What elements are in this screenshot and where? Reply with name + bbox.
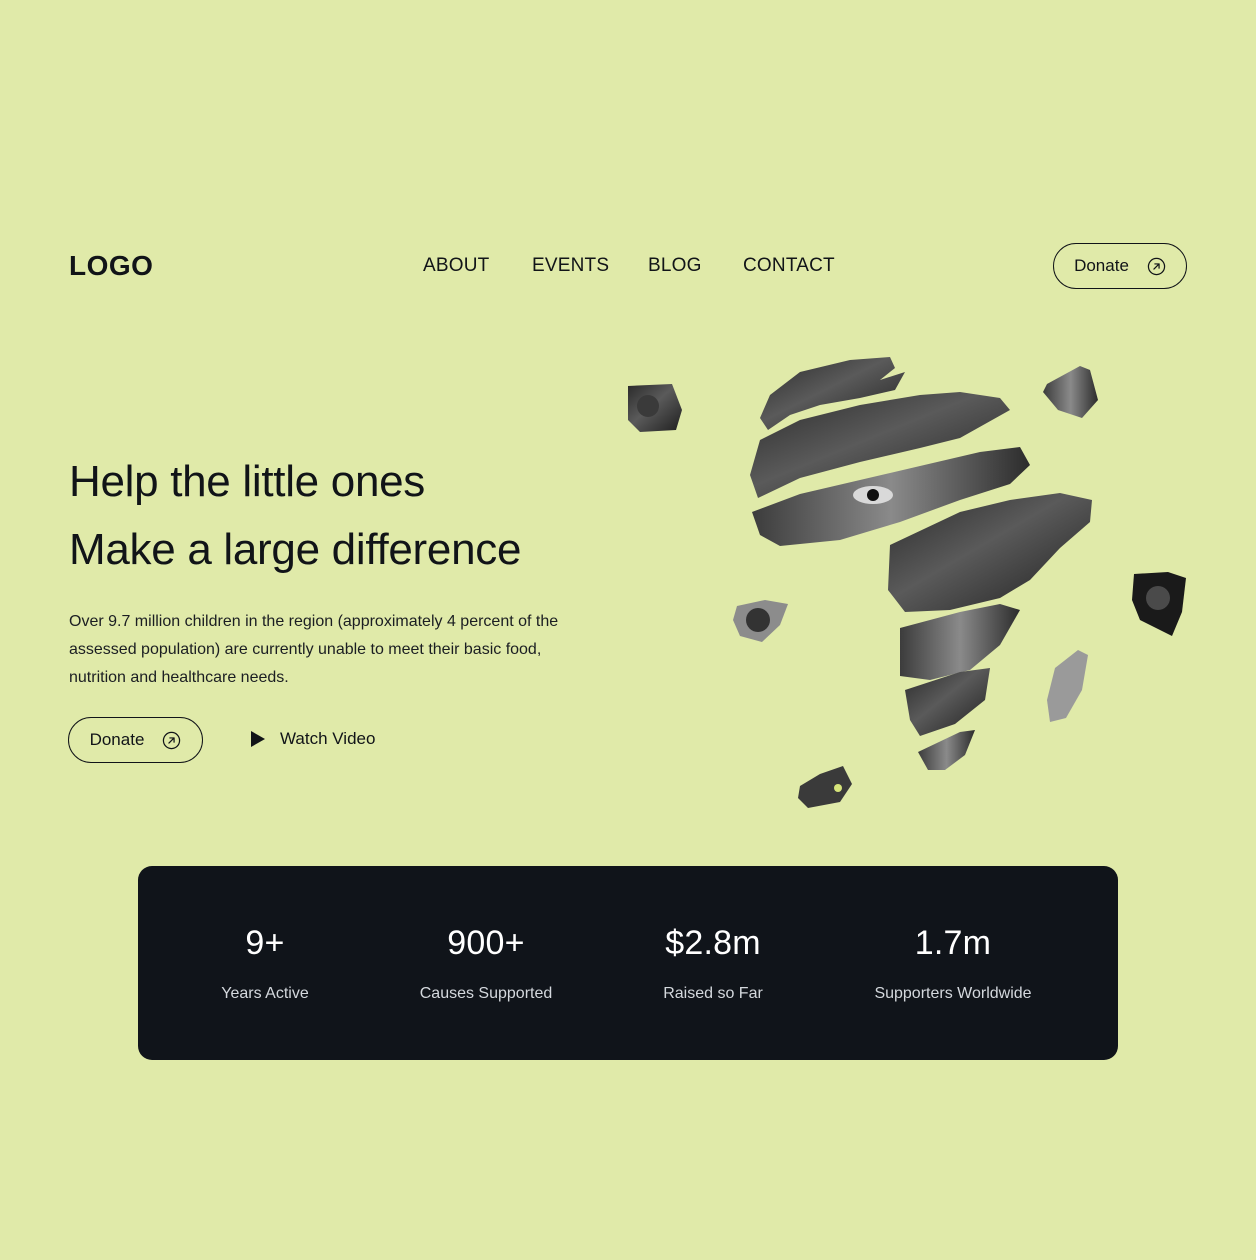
stat-value: 9+ bbox=[245, 924, 285, 962]
hero-title-line-1: Help the little ones bbox=[69, 457, 425, 506]
stats-panel: 9+ Years Active 900+ Causes Supported $2… bbox=[138, 866, 1118, 1060]
nav-blog[interactable]: BLOG bbox=[648, 255, 702, 277]
watch-video-label: Watch Video bbox=[280, 729, 376, 748]
hero-title: Help the little ones Make a large differ… bbox=[69, 448, 521, 584]
stat-value: 1.7m bbox=[914, 924, 992, 962]
hero-donate-button[interactable]: Donate bbox=[68, 717, 203, 763]
hero-donate-label: Donate bbox=[89, 730, 145, 749]
header-donate-label: Donate bbox=[1074, 256, 1129, 275]
nav-events[interactable]: EVENTS bbox=[532, 255, 609, 277]
watch-video-button[interactable]: Watch Video bbox=[250, 729, 375, 749]
stat-value: 900+ bbox=[447, 924, 525, 962]
arrow-up-right-circle-icon bbox=[1147, 257, 1166, 275]
stat-value: $2.8m bbox=[665, 924, 761, 962]
play-icon bbox=[251, 731, 265, 747]
africa-map-image bbox=[628, 357, 1186, 808]
hero-title-line-2: Make a large difference bbox=[69, 525, 522, 574]
arrow-up-right-circle-icon bbox=[163, 731, 181, 749]
nav-about[interactable]: ABOUT bbox=[423, 255, 489, 277]
stat-label: Years Active bbox=[221, 985, 309, 1002]
continent-pieces bbox=[750, 357, 1092, 770]
stat-label: Causes Supported bbox=[419, 985, 553, 1002]
hero-description: Over 9.7 million children in the region … bbox=[69, 613, 559, 686]
header-donate-button[interactable]: Donate bbox=[1053, 243, 1187, 289]
stat-label: Supporters Worldwide bbox=[874, 985, 1032, 1002]
nav-contact[interactable]: CONTACT bbox=[743, 255, 835, 277]
stat-label: Raised so Far bbox=[663, 985, 763, 1002]
